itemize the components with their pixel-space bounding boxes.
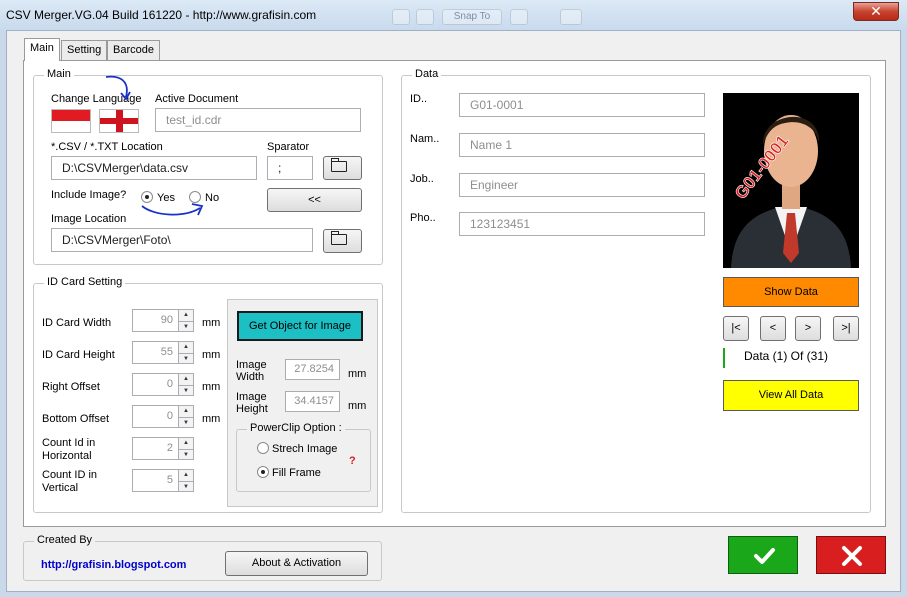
unit-label: mm (202, 317, 221, 329)
csv-location-field[interactable]: D:\CSVMerger\data.csv (51, 156, 257, 180)
record-status: Data (1) Of (31) (744, 349, 829, 363)
unit-label: mm (202, 349, 221, 361)
annotation-arrow-icon (105, 75, 131, 101)
separator-field[interactable]: ; (267, 156, 313, 180)
active-document-field[interactable]: test_id.cdr (155, 108, 361, 132)
view-all-data-button[interactable]: View All Data (723, 380, 859, 411)
get-object-for-image-button[interactable]: Get Object for Image (237, 311, 363, 341)
england-flag-icon[interactable] (99, 109, 139, 133)
fill-frame-radio[interactable] (257, 466, 269, 478)
id-card-height-field[interactable]: 55 (132, 341, 179, 364)
ghost-snap-to-button: Snap To (442, 9, 502, 25)
tab-main[interactable]: Main (24, 38, 60, 61)
previous-record-button[interactable]: < (760, 316, 786, 341)
bottom-offset-stepper[interactable]: ▲ ▼ (178, 405, 194, 428)
active-document-label: Active Document (155, 93, 239, 105)
fill-frame-label: Fill Frame (272, 467, 321, 479)
checkmark-icon (754, 548, 775, 564)
ok-button[interactable] (728, 536, 798, 574)
id-card-width-label: ID Card Width (42, 317, 112, 329)
right-offset-stepper[interactable]: ▲ ▼ (178, 373, 194, 396)
next-record-button[interactable]: > (795, 316, 821, 341)
count-horizontal-field[interactable]: 2 (132, 437, 179, 460)
tab-setting[interactable]: Setting (61, 40, 108, 60)
bottom-offset-field[interactable]: 0 (132, 405, 179, 428)
blog-link[interactable]: http://grafisin.blogspot.com (41, 559, 186, 571)
previous-button[interactable]: << (267, 188, 362, 212)
powerclip-option-label: PowerClip Option : (247, 422, 345, 434)
ghost-toolbar-button (392, 9, 410, 25)
first-record-button[interactable]: |< (723, 316, 749, 341)
browse-image-button[interactable] (323, 229, 362, 253)
unit-label: mm (348, 400, 367, 412)
count-horizontal-label: Count Id in Horizontal (42, 437, 96, 462)
cancel-button[interactable] (816, 536, 886, 574)
include-image-label: Include Image? (51, 189, 127, 201)
stretch-image-label: Strech Image (272, 443, 338, 455)
show-data-button[interactable]: Show Data (723, 277, 859, 307)
csv-location-label: *.CSV / *.TXT Location (51, 141, 163, 153)
unit-label: mm (202, 381, 221, 393)
bottom-offset-label: Bottom Offset (42, 413, 110, 425)
browse-csv-button[interactable] (323, 156, 362, 180)
close-icon (842, 546, 862, 566)
image-width-label: Image Width (236, 359, 267, 383)
ghost-toolbar-button (416, 9, 434, 25)
main-group-label: Main (44, 68, 74, 80)
data-phone-label: Pho.. (410, 212, 436, 224)
id-card-height-label: ID Card Height (42, 349, 115, 361)
data-id-label: ID.. (410, 93, 428, 105)
image-width-field[interactable]: 27.8254 (285, 359, 340, 380)
image-location-label: Image Location (51, 213, 127, 225)
separator-label: Sparator (267, 141, 310, 153)
count-vertical-stepper[interactable]: ▲ ▼ (178, 469, 194, 492)
ghost-toolbar-button (510, 9, 528, 25)
data-name-label: Nam.. (410, 133, 440, 145)
right-offset-field[interactable]: 0 (132, 373, 179, 396)
image-location-field[interactable]: D:\CSVMerger\Foto\ (51, 228, 313, 252)
about-activation-button[interactable]: About & Activation (225, 551, 368, 576)
status-indicator (723, 348, 725, 368)
indonesia-flag-icon[interactable] (51, 109, 91, 133)
last-record-button[interactable]: >| (833, 316, 859, 341)
window-title: CSV Merger.VG.04 Build 161220 - http://w… (6, 8, 317, 22)
id-card-width-stepper[interactable]: ▲ ▼ (178, 309, 194, 332)
data-group-label: Data (412, 68, 442, 80)
count-horizontal-stepper[interactable]: ▲ ▼ (178, 437, 194, 460)
right-offset-label: Right Offset (42, 381, 100, 393)
data-name-field[interactable]: Name 1 (459, 133, 705, 157)
image-height-field[interactable]: 34.4157 (285, 391, 340, 412)
annotation-arrow-icon (141, 203, 204, 216)
image-height-label: Image Height (236, 391, 268, 415)
count-vertical-label: Count ID in Vertical (42, 469, 98, 494)
unit-label: mm (348, 368, 367, 380)
data-id-field[interactable]: G01-0001 (459, 93, 705, 117)
stretch-image-radio[interactable] (257, 442, 269, 454)
close-button[interactable]: ✕ (853, 2, 899, 21)
id-card-setting-label: ID Card Setting (44, 276, 126, 288)
ghost-toolbar-button (560, 9, 582, 25)
title-bar: CSV Merger.VG.04 Build 161220 - http://w… (0, 0, 907, 32)
tab-barcode[interactable]: Barcode (107, 40, 160, 60)
folder-open-icon (331, 231, 347, 245)
unit-label: mm (202, 413, 221, 425)
photo-preview: G01-0001 (723, 93, 859, 268)
created-by-label: Created By (34, 534, 96, 546)
data-job-field[interactable]: Engineer (459, 173, 705, 197)
data-job-label: Job.. (410, 173, 434, 185)
id-card-height-stepper[interactable]: ▲ ▼ (178, 341, 194, 364)
id-card-width-field[interactable]: 90 (132, 309, 179, 332)
folder-open-icon (331, 158, 347, 172)
data-phone-field[interactable]: 123123451 (459, 212, 705, 236)
count-vertical-field[interactable]: 5 (132, 469, 179, 492)
help-icon[interactable]: ? (349, 455, 356, 467)
